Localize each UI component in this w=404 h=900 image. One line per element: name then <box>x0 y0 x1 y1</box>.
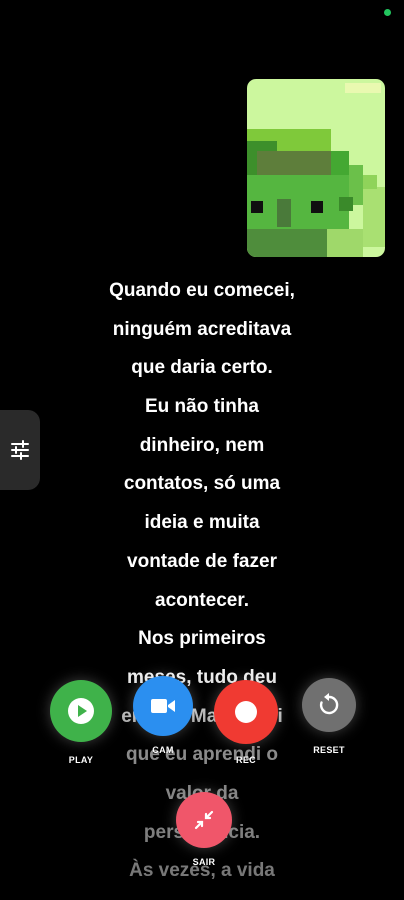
script-line: dinheiro, nem <box>139 434 265 456</box>
minimize-arrows-icon <box>194 810 214 830</box>
exit-label: SAIR <box>192 857 216 867</box>
record-icon <box>235 701 257 723</box>
camera-label: CAM <box>152 745 174 755</box>
script-line: Eu não tinha <box>145 396 259 418</box>
script-line: testa a gente por vez <box>0 891 404 900</box>
script-line: Quando eu comecei, <box>109 280 295 301</box>
script-line: ninguém acreditava <box>112 318 292 340</box>
script-line: vontade de fazer <box>127 550 277 572</box>
record-label: REC <box>236 755 256 765</box>
pixel-art-camera-preview <box>247 79 385 257</box>
reset-icon <box>319 693 339 715</box>
script-line: acontecer. <box>155 589 249 611</box>
video-camera-icon <box>151 699 175 713</box>
reset-button[interactable] <box>302 678 356 732</box>
script-line: contatos, só uma <box>123 473 281 495</box>
play-button[interactable] <box>50 680 112 742</box>
exit-button[interactable] <box>176 792 232 848</box>
play-label: PLAY <box>68 755 94 765</box>
status-indicator-dot <box>384 9 391 16</box>
record-button[interactable] <box>214 680 278 744</box>
script-line: ideia e muita <box>144 512 260 534</box>
script-line: Nos primeiros <box>138 628 266 650</box>
camera-preview[interactable] <box>247 79 385 257</box>
sliders-icon <box>11 440 29 460</box>
script-line: que daria certo. <box>131 357 273 379</box>
reset-label: RESET <box>313 745 345 755</box>
play-icon <box>68 698 94 724</box>
camera-button[interactable] <box>133 676 193 736</box>
settings-tab[interactable] <box>0 410 40 490</box>
